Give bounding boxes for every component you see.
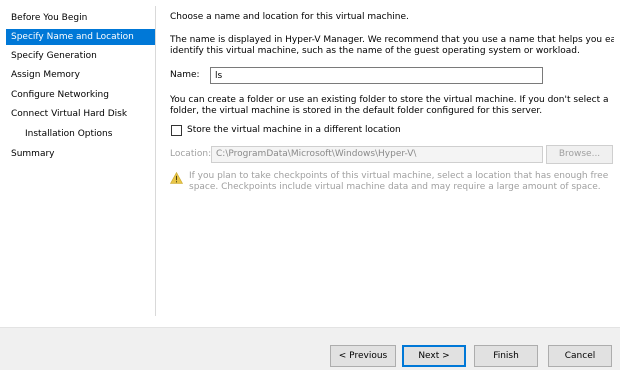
wizard-footer: < Previous Next > Finish Cancel bbox=[0, 327, 620, 370]
sidebar-item-configure-networking[interactable]: Configure Networking bbox=[6, 87, 156, 103]
folder-description-line-2: folder, the virtual machine is stored in… bbox=[170, 106, 543, 116]
browse-button[interactable]: Browse... bbox=[546, 145, 613, 164]
location-input[interactable]: C:\ProgramData\Microsoft\Windows\Hyper-V… bbox=[211, 146, 543, 163]
checkpoint-warning-line-2: space. Checkpoints include virtual machi… bbox=[189, 182, 601, 192]
checkpoint-warning-line-1: If you plan to take checkpoints of this … bbox=[189, 171, 609, 181]
sidebar-item-specify-name-and-location[interactable]: Specify Name and Location bbox=[6, 29, 156, 45]
location-label: Location: bbox=[170, 149, 212, 159]
finish-button[interactable]: Finish bbox=[474, 345, 538, 367]
name-input[interactable] bbox=[210, 67, 543, 84]
store-different-location-checkbox[interactable] bbox=[171, 125, 182, 136]
name-description-line-2: identify this virtual machine, such as t… bbox=[170, 46, 580, 56]
sidebar-item-before-you-begin[interactable]: Before You Begin bbox=[6, 10, 156, 26]
sidebar-divider bbox=[155, 6, 156, 316]
sidebar-item-specify-generation[interactable]: Specify Generation bbox=[6, 48, 156, 64]
name-label: Name: bbox=[170, 70, 200, 80]
folder-description-line-1: You can create a folder or use an existi… bbox=[170, 95, 609, 105]
sidebar-item-installation-options[interactable]: Installation Options bbox=[6, 126, 156, 142]
warning-icon bbox=[170, 172, 183, 184]
cancel-button[interactable]: Cancel bbox=[548, 345, 612, 367]
wizard-steps-sidebar: Before You Begin Specify Name and Locati… bbox=[0, 0, 156, 332]
sidebar-item-connect-virtual-hard-disk[interactable]: Connect Virtual Hard Disk bbox=[6, 106, 156, 122]
page-heading: Choose a name and location for this virt… bbox=[170, 12, 409, 22]
name-description-line-1: The name is displayed in Hyper-V Manager… bbox=[170, 35, 614, 45]
previous-button[interactable]: < Previous bbox=[330, 345, 396, 367]
store-different-location-label[interactable]: Store the virtual machine in a different… bbox=[187, 125, 401, 135]
sidebar-item-summary[interactable]: Summary bbox=[6, 146, 156, 162]
sidebar-item-assign-memory[interactable]: Assign Memory bbox=[6, 67, 156, 83]
next-button[interactable]: Next > bbox=[402, 345, 466, 367]
